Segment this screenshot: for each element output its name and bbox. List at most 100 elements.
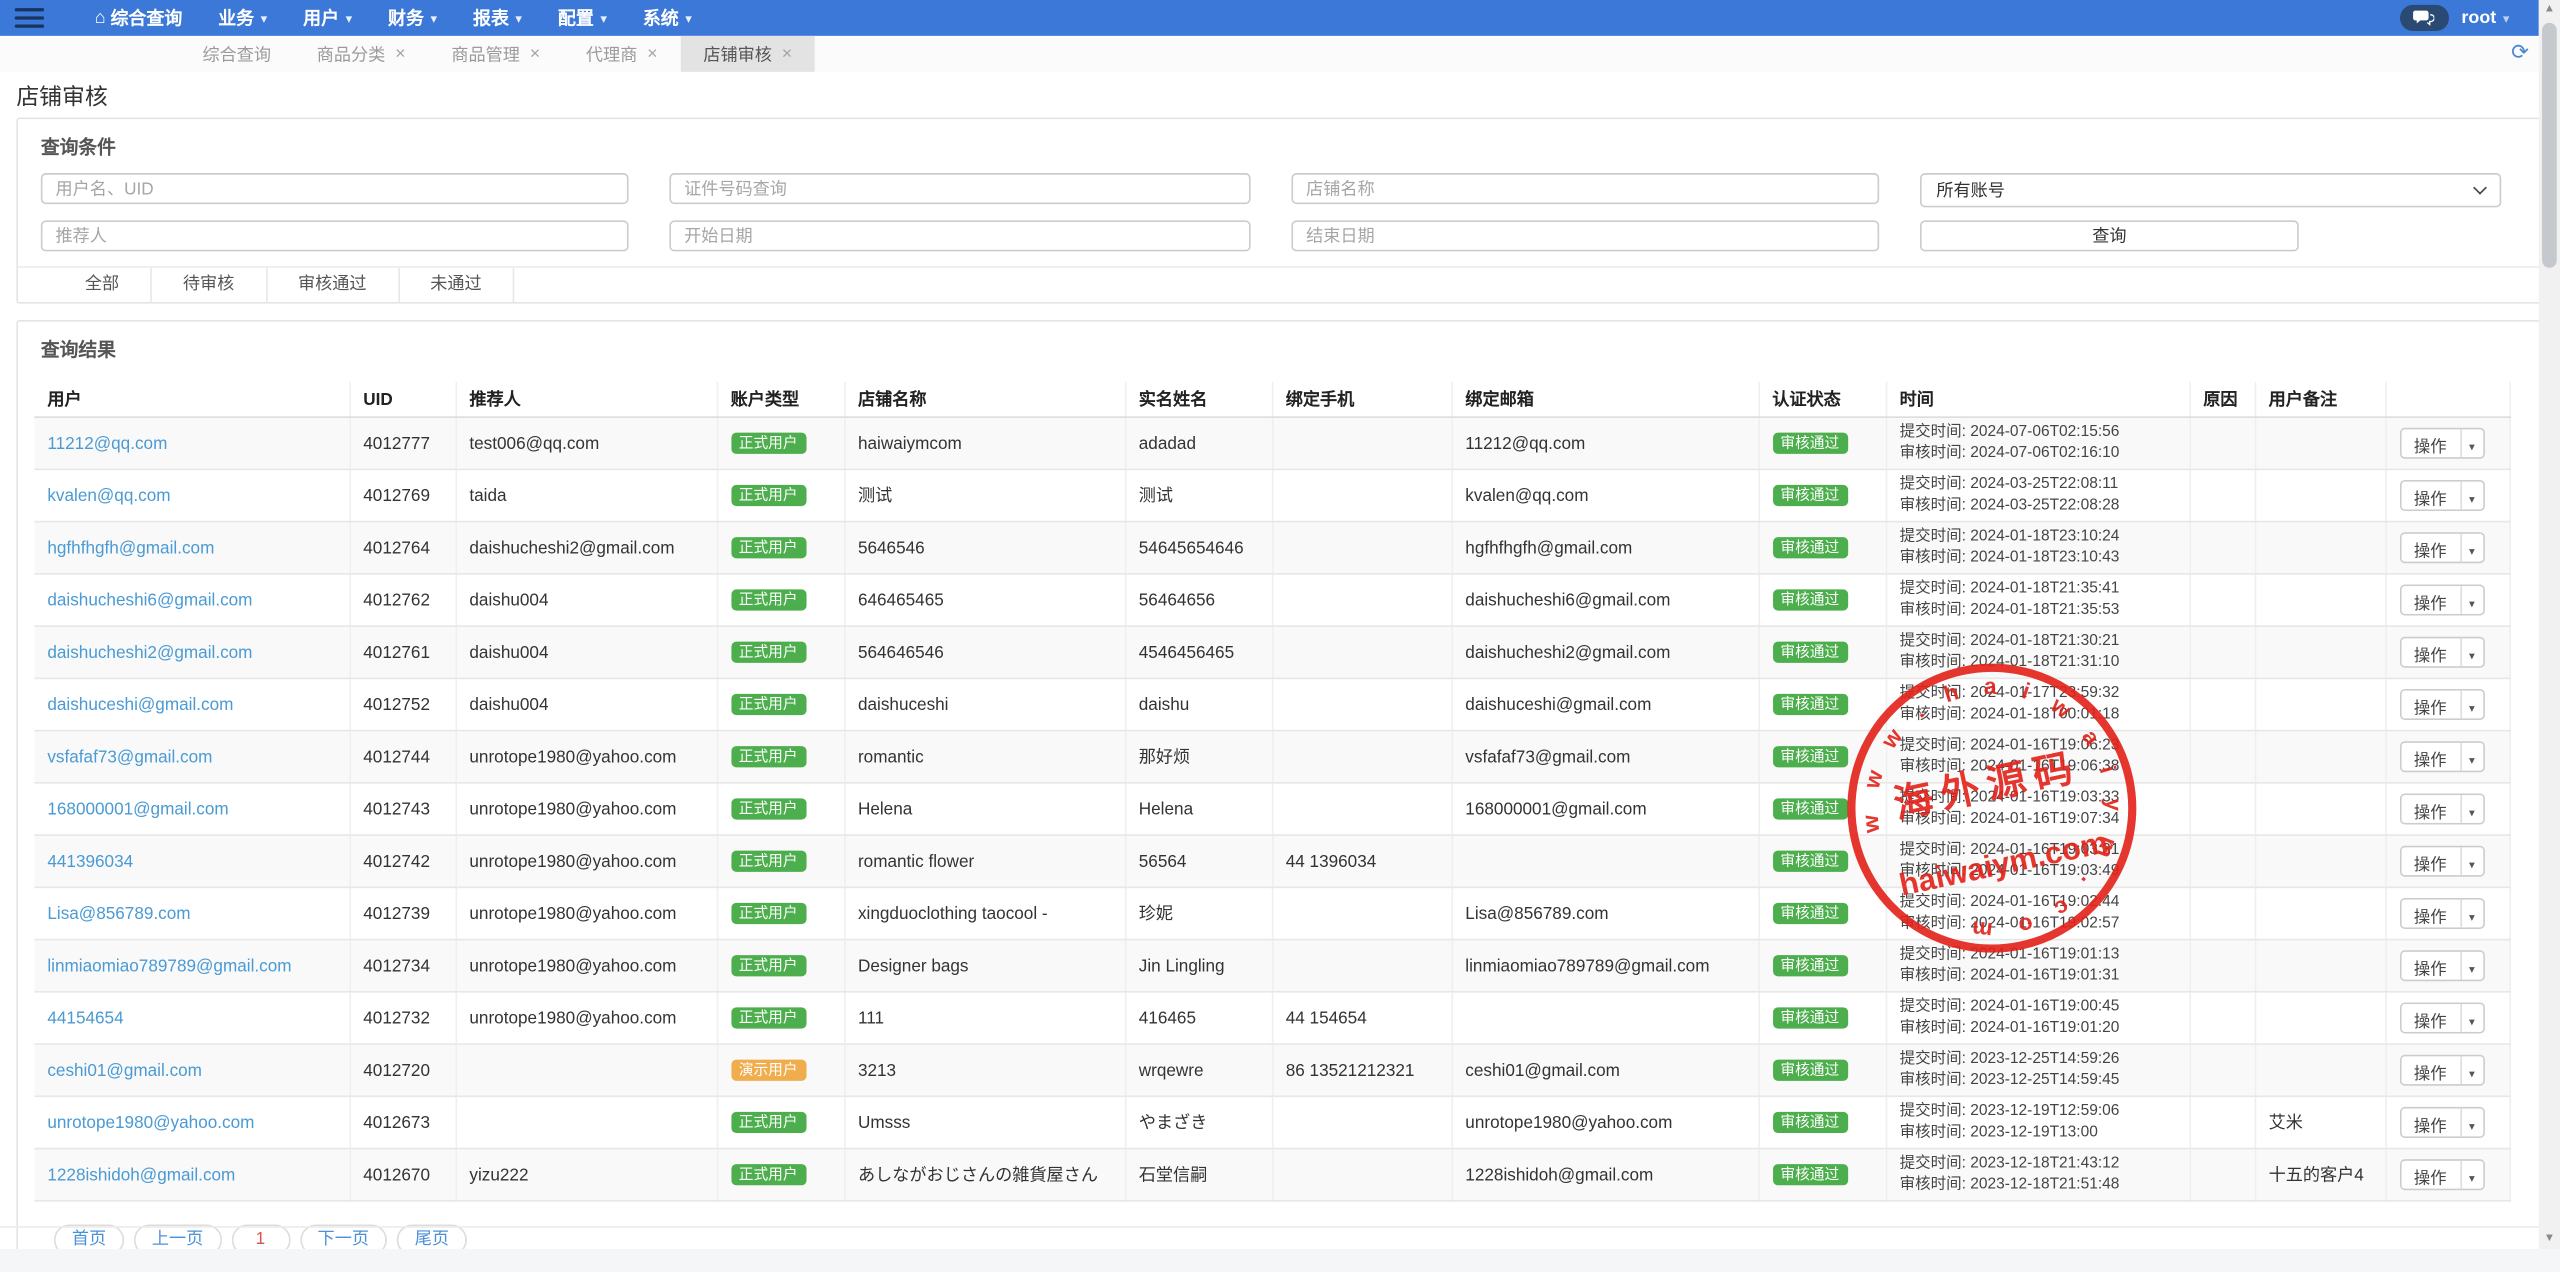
action-caret-button[interactable]: ▾	[2460, 638, 2483, 666]
status-badge: 审核通过	[1772, 693, 1847, 716]
action-caret-button[interactable]: ▾	[2460, 534, 2483, 562]
user-email-link[interactable]: linmiaomiao789789@gmail.com	[47, 956, 291, 976]
action-caret-button[interactable]: ▾	[2460, 900, 2483, 928]
email-cell: hgfhfhgfh@gmail.com	[1451, 522, 1758, 574]
user-email-link[interactable]: Lisa@856789.com	[47, 904, 190, 924]
account-type-badge: 正式用户	[731, 1007, 806, 1030]
user-email-link[interactable]: 11212@qq.com	[47, 433, 167, 453]
shop-name-cell: 测试	[844, 469, 1125, 521]
action-caret-button[interactable]: ▾	[2460, 952, 2483, 980]
user-email-link[interactable]: ceshi01@gmail.com	[47, 1060, 202, 1080]
user-menu[interactable]: root ▾	[2461, 8, 2509, 28]
nav-item[interactable]: ⌂ 综合查询	[77, 0, 201, 36]
action-caret-button[interactable]: ▾	[2460, 1161, 2483, 1189]
user-email-link[interactable]: daishucheshi6@gmail.com	[47, 590, 252, 610]
nav-item[interactable]: 报表 ▾	[455, 0, 540, 36]
referrer-cell: test006@qq.com	[456, 417, 717, 469]
user-note-cell	[2255, 1044, 2386, 1096]
action-button[interactable]: 操作	[2401, 482, 2460, 510]
action-button[interactable]: 操作	[2401, 795, 2460, 823]
action-caret-button[interactable]: ▾	[2460, 691, 2483, 719]
action-button[interactable]: 操作	[2401, 847, 2460, 875]
submit-time: 提交时间: 2024-01-16T19:00:45	[1900, 998, 2176, 1018]
action-caret-button[interactable]: ▾	[2460, 482, 2483, 510]
time-cell: 提交时间: 2024-07-06T02:15:56 审核时间: 2024-07-…	[1886, 417, 2190, 469]
status-filter-tab[interactable]: 未通过	[399, 268, 514, 302]
action-caret-button[interactable]: ▾	[2460, 743, 2483, 771]
action-button[interactable]: 操作	[2401, 1056, 2460, 1084]
navbar-right: root ▾	[2399, 0, 2509, 36]
status-filter-tab[interactable]: 审核通过	[267, 268, 399, 302]
scrollbar-thumb[interactable]	[2542, 23, 2557, 268]
action-button[interactable]: 操作	[2401, 1004, 2460, 1032]
search-button[interactable]: 查询	[1920, 220, 2299, 251]
referrer-input[interactable]	[41, 220, 629, 251]
action-button[interactable]: 操作	[2401, 586, 2460, 614]
action-caret-button[interactable]: ▾	[2460, 1056, 2483, 1084]
action-button[interactable]: 操作	[2401, 1109, 2460, 1137]
messages-button[interactable]	[2399, 5, 2448, 31]
action-caret-button[interactable]: ▾	[2460, 1109, 2483, 1137]
action-button[interactable]: 操作	[2401, 900, 2460, 928]
query-card: 查询条件 所有账号 查询 全部 待审核 审核通过 未通过	[16, 118, 2543, 304]
user-email-link[interactable]: 168000001@gmail.com	[47, 799, 228, 819]
action-button[interactable]: 操作	[2401, 534, 2460, 562]
shop-name-input[interactable]	[1291, 173, 1879, 204]
close-icon[interactable]: ×	[395, 45, 406, 63]
action-button[interactable]: 操作	[2401, 429, 2460, 457]
action-button[interactable]: 操作	[2401, 952, 2460, 980]
status-filter-tab[interactable]: 全部	[54, 268, 152, 302]
user-email-link[interactable]: unrotope1980@yahoo.com	[47, 1113, 254, 1133]
caret-down-icon: ▾	[2469, 808, 2475, 819]
user-email-link[interactable]: daishuceshi@gmail.com	[47, 695, 233, 715]
close-icon[interactable]: ×	[530, 45, 541, 63]
idcard-input[interactable]	[669, 173, 1250, 204]
open-tab[interactable]: 商品分类 ×	[294, 36, 429, 72]
action-caret-button[interactable]: ▾	[2460, 1004, 2483, 1032]
action-button[interactable]: 操作	[2401, 691, 2460, 719]
username-uid-input[interactable]	[41, 173, 629, 204]
close-icon[interactable]: ×	[782, 45, 793, 63]
nav-item[interactable]: 配置 ▾	[540, 0, 625, 36]
nav-item[interactable]: 财务 ▾	[370, 0, 455, 36]
action-button[interactable]: 操作	[2401, 638, 2460, 666]
user-email-link[interactable]: vsfafaf73@gmail.com	[47, 747, 212, 767]
nav-item[interactable]: 系统 ▾	[625, 0, 710, 36]
user-email-link[interactable]: kvalen@qq.com	[47, 486, 170, 506]
referrer-cell	[456, 1096, 717, 1148]
action-button[interactable]: 操作	[2401, 1161, 2460, 1189]
action-button[interactable]: 操作	[2401, 743, 2460, 771]
shop-name-cell: Helena	[844, 783, 1125, 835]
hamburger-icon[interactable]	[15, 8, 44, 28]
nav-item[interactable]: 业务 ▾	[200, 0, 285, 36]
action-caret-button[interactable]: ▾	[2460, 586, 2483, 614]
time-cell: 提交时间: 2023-12-18T21:43:12 审核时间: 2023-12-…	[1886, 1149, 2190, 1201]
scroll-down-arrow-icon[interactable]: ▼	[2539, 1229, 2560, 1249]
action-caret-button[interactable]: ▾	[2460, 795, 2483, 823]
user-email-link[interactable]: hgfhfhgfh@gmail.com	[47, 538, 214, 558]
close-icon[interactable]: ×	[647, 45, 658, 63]
open-tab[interactable]: 店铺审核 ×	[681, 36, 816, 72]
action-caret-button[interactable]: ▾	[2460, 429, 2483, 457]
open-tab[interactable]: 商品管理 ×	[428, 36, 563, 72]
column-header: 用户备注	[2255, 382, 2386, 417]
action-cell: 操作 ▾	[2385, 783, 2509, 835]
action-split-button: 操作 ▾	[2399, 898, 2484, 929]
user-email-link[interactable]: 1228ishidoh@gmail.com	[47, 1165, 235, 1185]
open-tab[interactable]: 综合查询	[180, 36, 294, 72]
end-date-input[interactable]	[1291, 220, 1879, 251]
user-email-link[interactable]: daishucheshi2@gmail.com	[47, 642, 252, 662]
user-email-link[interactable]: 44154654	[47, 1008, 123, 1028]
vertical-scrollbar[interactable]: ▲ ▼	[2539, 0, 2560, 1249]
nav-item[interactable]: 用户 ▾	[285, 0, 370, 36]
start-date-input[interactable]	[669, 220, 1250, 251]
open-tab[interactable]: 代理商 ×	[563, 36, 680, 72]
status-filter-tab[interactable]: 待审核	[152, 268, 267, 302]
account-type-select[interactable]: 所有账号	[1920, 173, 2501, 207]
uid-cell: 4012777	[349, 417, 455, 469]
refresh-icon[interactable]: ⟳	[2511, 41, 2529, 62]
user-email-link[interactable]: 441396034	[47, 851, 133, 871]
table-row: 1228ishidoh@gmail.com 4012670 yizu222 正式…	[34, 1149, 2509, 1201]
scroll-up-arrow-icon[interactable]: ▲	[2539, 0, 2560, 20]
action-caret-button[interactable]: ▾	[2460, 847, 2483, 875]
